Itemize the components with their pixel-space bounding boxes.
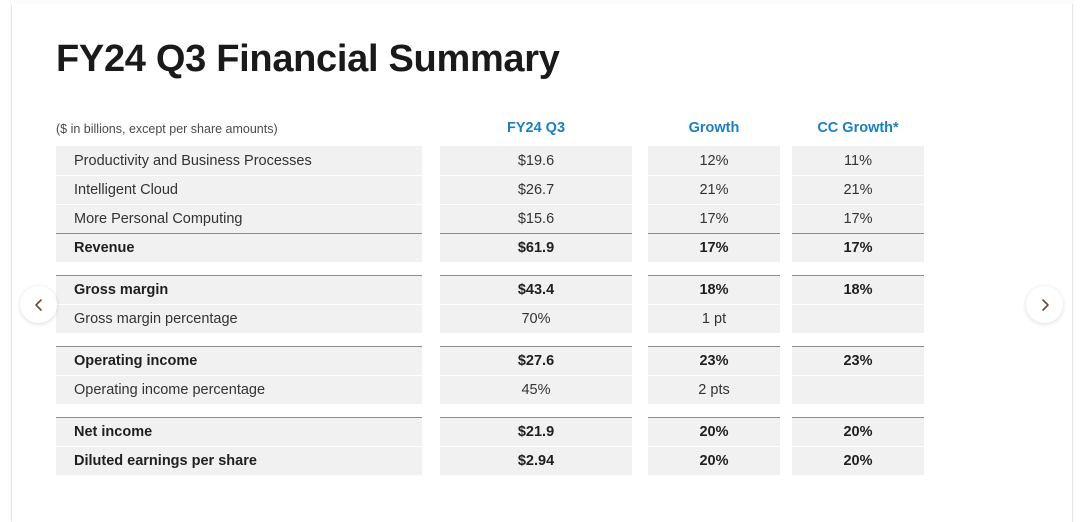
column-gap [422,175,440,204]
financial-summary-table: Productivity and Business Processes $19.6… [56,146,946,475]
row-label: Net income [56,417,422,446]
row-label: Intelligent Cloud [56,175,422,204]
table-units-note: ($ in billions, except per share amounts… [56,122,278,136]
cell-growth: 18% [648,275,780,304]
table-block-operating-income: Operating income $27.6 23% 23% Operating inc… [56,346,946,404]
column-gap [422,204,440,233]
column-gap [422,233,440,262]
cell-cc-growth: 17% [792,204,924,233]
chevron-right-icon [1038,298,1052,312]
column-gap [780,204,792,233]
card-top-edge [11,0,1073,4]
cell-fy24q3: $61.9 [440,233,632,262]
cell-growth: 21% [648,175,780,204]
column-gap [422,146,440,175]
column-gap [780,375,792,404]
column-gap [632,175,648,204]
row-label: Gross margin [56,275,422,304]
cell-growth: 1 pt [648,304,780,333]
column-header-cc-growth: CC Growth* [817,120,899,136]
column-gap [780,446,792,475]
column-gap [422,375,440,404]
carousel-prev-button[interactable] [20,286,57,323]
cell-growth: 23% [648,346,780,375]
table-row: More Personal Computing $15.6 17% 17% [56,204,946,233]
cell-cc-growth: 18% [792,275,924,304]
table-row: Operating income $27.6 23% 23% [56,346,946,375]
carousel-next-button[interactable] [1026,286,1063,323]
cell-fy24q3: $21.9 [440,417,632,446]
table-row: Gross margin percentage 70% 1 pt [56,304,946,333]
chevron-left-icon [32,298,46,312]
column-gap [632,275,648,304]
row-label: More Personal Computing [56,204,422,233]
column-gap [780,275,792,304]
table-block-gross-margin: Gross margin $43.4 18% 18% Gross margin perc… [56,275,946,333]
column-gap [632,204,648,233]
column-gap [780,304,792,333]
page-title: FY24 Q3 Financial Summary [56,38,560,80]
row-label: Operating income [56,346,422,375]
column-gap [632,304,648,333]
cell-cc-growth: 20% [792,417,924,446]
table-header: ($ in billions, except per share amounts… [56,120,946,144]
column-gap [422,346,440,375]
cell-fy24q3: $43.4 [440,275,632,304]
cell-fy24q3: $19.6 [440,146,632,175]
column-gap [422,446,440,475]
column-gap [780,233,792,262]
column-gap [780,175,792,204]
row-label: Revenue [56,233,422,262]
column-gap [632,446,648,475]
cell-fy24q3: $27.6 [440,346,632,375]
cell-growth: 17% [648,233,780,262]
column-gap [422,417,440,446]
cell-fy24q3: 45% [440,375,632,404]
row-label: Gross margin percentage [56,304,422,333]
table-block-revenue: Productivity and Business Processes $19.6… [56,146,946,262]
column-gap [632,346,648,375]
table-row: Productivity and Business Processes $19.6… [56,146,946,175]
cell-growth: 12% [648,146,780,175]
row-label: Diluted earnings per share [56,446,422,475]
column-gap [632,146,648,175]
cell-cc-growth: 17% [792,233,924,262]
cell-cc-growth [792,304,924,333]
table-row: Revenue $61.9 17% 17% [56,233,946,262]
table-row: Intelligent Cloud $26.7 21% 21% [56,175,946,204]
cell-growth: 2 pts [648,375,780,404]
cell-fy24q3: 70% [440,304,632,333]
table-row: Diluted earnings per share $2.94 20% 20% [56,446,946,475]
cell-cc-growth: 20% [792,446,924,475]
cell-fy24q3: $26.7 [440,175,632,204]
column-header-growth: Growth [688,120,740,136]
table-block-net-income: Net income $21.9 20% 20% Diluted earnings pe… [56,417,946,475]
column-gap [632,417,648,446]
column-gap [780,146,792,175]
cell-cc-growth [792,375,924,404]
column-header-fy24q3: FY24 Q3 [506,120,566,136]
table-row: Gross margin $43.4 18% 18% [56,275,946,304]
column-gap [422,304,440,333]
cell-growth: 17% [648,204,780,233]
column-gap [422,275,440,304]
cell-fy24q3: $2.94 [440,446,632,475]
cell-cc-growth: 23% [792,346,924,375]
table-row: Operating income percentage 45% 2 pts [56,375,946,404]
column-gap [780,346,792,375]
cell-cc-growth: 11% [792,146,924,175]
cell-cc-growth: 21% [792,175,924,204]
table-row: Net income $21.9 20% 20% [56,417,946,446]
cell-growth: 20% [648,446,780,475]
cell-growth: 20% [648,417,780,446]
cell-fy24q3: $15.6 [440,204,632,233]
row-label: Productivity and Business Processes [56,146,422,175]
row-label: Operating income percentage [56,375,422,404]
column-gap [632,233,648,262]
column-gap [632,375,648,404]
column-gap [780,417,792,446]
